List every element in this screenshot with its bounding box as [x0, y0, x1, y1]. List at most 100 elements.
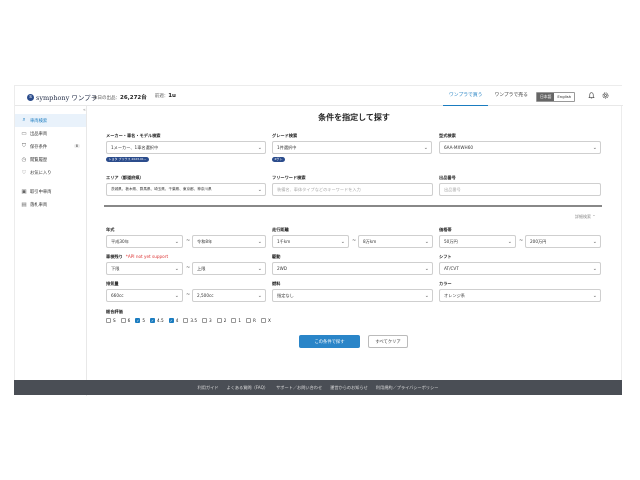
- year-label: 年式: [106, 227, 115, 232]
- budget-from-select[interactable]: 50万円 ⌄: [439, 235, 516, 248]
- checkbox[interactable]: [106, 318, 111, 323]
- freeword-input[interactable]: 装備名、車体タイプなどのキーワードを入力: [272, 183, 433, 196]
- rating-option-label: 2: [223, 318, 227, 323]
- mileage-from-select[interactable]: 1千km ⌄: [272, 235, 349, 248]
- inspection-from-select[interactable]: 下限 ⌄: [106, 262, 183, 275]
- grade-select[interactable]: 1件選択中 ⌄: [272, 141, 432, 154]
- inspection-to-select[interactable]: 上限 ⌄: [192, 262, 266, 275]
- rating-option[interactable]: 1: [231, 318, 241, 323]
- chevron-down-icon: ⌄: [592, 266, 597, 272]
- year-from-select[interactable]: 平成30年 ⌄: [106, 235, 183, 248]
- checkbox[interactable]: [231, 318, 237, 323]
- bookmark-icon: ⛉: [21, 143, 27, 149]
- detail-search-toggle[interactable]: 詳細検索 ⌃: [575, 214, 596, 220]
- model-code-label: 型式検索: [439, 133, 456, 138]
- footer-link-support[interactable]: サポート／お問い合わせ: [276, 385, 322, 391]
- chevron-down-icon: ⌄: [340, 239, 345, 245]
- checkbox[interactable]: [246, 318, 252, 323]
- checkbox[interactable]: ✓: [168, 318, 174, 323]
- displacement-from-select[interactable]: 660cc ⌄: [106, 289, 183, 302]
- chevron-down-icon: ⌄: [257, 239, 262, 245]
- drive-select[interactable]: 2WD ⌄: [272, 262, 433, 275]
- area-select[interactable]: 茨城県、栃木県、群馬県、埼玉県、千葉県、東京都、神奈川県 ⌄: [106, 183, 266, 196]
- chevron-down-icon: ⌄: [257, 266, 262, 272]
- sidebar-item-listed-vehicles[interactable]: ▭ 出品車両: [15, 127, 86, 140]
- range-tilde: ~: [519, 238, 524, 244]
- checkbox[interactable]: [183, 318, 189, 323]
- listing-no-input[interactable]: 出品番号: [439, 183, 601, 196]
- shift-select[interactable]: AT/CVT ⌄: [439, 262, 601, 275]
- chevron-down-icon: ⌄: [424, 239, 429, 245]
- rating-option-label: 3.5: [190, 318, 198, 323]
- checkbox[interactable]: [216, 318, 222, 323]
- sidebar-item-won-vehicles[interactable]: ▤ 落札車両: [15, 198, 86, 211]
- year-to-select[interactable]: 令和8年 ⌄: [192, 235, 266, 248]
- rating-option[interactable]: X: [260, 318, 271, 323]
- logo[interactable]: s symphony ワンプラ: [27, 92, 97, 102]
- sidebar-item-label: 出品車両: [30, 131, 48, 137]
- sidebar-item-history[interactable]: ◷ 閲覧履歴: [15, 153, 86, 166]
- rating-option[interactable]: 3.5: [183, 318, 197, 323]
- mileage-label: 走行距離: [272, 227, 289, 232]
- footer-link-guide[interactable]: 利用ガイド: [198, 385, 219, 391]
- mileage-to-select[interactable]: 8万km ⌄: [358, 235, 433, 248]
- budget-to-select[interactable]: 200万円 ⌄: [525, 235, 601, 248]
- bell-icon[interactable]: [588, 92, 595, 101]
- footer-link-terms[interactable]: 利用規約／プライバシーポリシー: [376, 385, 439, 391]
- rating-option[interactable]: ✓ 5: [135, 318, 145, 323]
- footer-link-news[interactable]: 運営からのお知らせ: [330, 385, 368, 391]
- footer-link-faq[interactable]: よくある質問（FAQ）: [226, 385, 268, 391]
- rating-option-label: 6: [127, 318, 131, 323]
- rating-option[interactable]: R: [246, 318, 256, 323]
- checkbox[interactable]: ✓: [135, 318, 141, 323]
- tab-sell[interactable]: ワンプラで売る: [488, 86, 533, 106]
- search-button[interactable]: この条件で探す: [299, 335, 360, 348]
- tab-buy[interactable]: ワンプラで買う: [443, 86, 489, 106]
- search-icon: ⌕: [22, 117, 26, 123]
- model-code-select[interactable]: 6AA-MXWH60 ⌄: [439, 141, 601, 154]
- sidebar-item-favorites[interactable]: ♡ お気に入り: [15, 166, 86, 179]
- rating-option[interactable]: 6: [120, 318, 131, 323]
- drive-label: 駆動: [272, 254, 281, 259]
- sidebar-item-vehicle-search[interactable]: ⌕ 車両検索: [15, 114, 86, 127]
- maker-chip[interactable]: トヨタ プリウス 2023.01~: [106, 157, 149, 162]
- lang-english[interactable]: English: [554, 93, 574, 101]
- rating-option[interactable]: S: [106, 318, 116, 323]
- sidebar-item-label: 閲覧履歴: [30, 157, 48, 163]
- rating-option[interactable]: 3: [202, 318, 212, 323]
- displacement-to-select[interactable]: 2,500cc ⌄: [192, 289, 266, 302]
- checkbox[interactable]: [260, 318, 266, 323]
- sidebar-item-saved-conditions[interactable]: ⛉ 保存条件 8: [15, 140, 86, 153]
- displacement-label: 排気量: [106, 281, 119, 286]
- maker-label: メーカー・車名・モデル検索: [106, 133, 161, 138]
- sidebar-item-in-trade[interactable]: ▣ 取引中車両: [15, 185, 86, 198]
- collapse-icon[interactable]: «: [83, 108, 86, 113]
- checkbox[interactable]: [120, 318, 126, 323]
- chevron-down-icon: ⌄: [174, 293, 179, 299]
- listing-stats: 本日の出品：26,272台 前週：1u: [93, 93, 176, 101]
- footer: 利用ガイド よくある質問（FAQ） サポート／お問い合わせ 運営からのお知らせ …: [14, 380, 622, 395]
- color-label: カラー: [439, 281, 452, 286]
- rating-option[interactable]: ✓ 4: [168, 318, 178, 323]
- lang-japanese[interactable]: 日本語: [537, 93, 555, 101]
- color-select[interactable]: オレンジ系 ⌄: [439, 289, 601, 302]
- clear-all-button[interactable]: すべてクリア: [368, 335, 408, 348]
- top-header: s symphony ワンプラ 本日の出品：26,272台 前週：1u ワンプラ…: [15, 86, 623, 106]
- range-tilde: ~: [352, 238, 357, 244]
- gear-icon[interactable]: [602, 92, 609, 101]
- inspection-label: 車検残り *API not yet support: [106, 254, 169, 259]
- checkbox[interactable]: [202, 318, 208, 323]
- rating-options: S 6 ✓ 5 ✓ 4.5 ✓ 4 3.5 3 2 1 R X: [106, 318, 272, 323]
- rating-option-label: 4.5: [157, 318, 164, 323]
- section-divider: [104, 205, 602, 207]
- rating-option-label: 5: [142, 318, 146, 323]
- rating-option[interactable]: 2: [216, 318, 227, 323]
- today-listings: 本日の出品：26,272台: [93, 95, 147, 101]
- maker-select[interactable]: 1メーカー、1車名選択中 ⌄: [106, 141, 266, 154]
- fuel-select[interactable]: 指定なし ⌄: [272, 289, 433, 302]
- checkbox[interactable]: ✓: [150, 318, 156, 323]
- clock-icon: ◷: [21, 156, 27, 163]
- rating-option[interactable]: ✓ 4.5: [150, 318, 164, 323]
- chevron-down-icon: ⌄: [424, 293, 429, 299]
- grade-chip[interactable]: Zグレ: [272, 157, 286, 162]
